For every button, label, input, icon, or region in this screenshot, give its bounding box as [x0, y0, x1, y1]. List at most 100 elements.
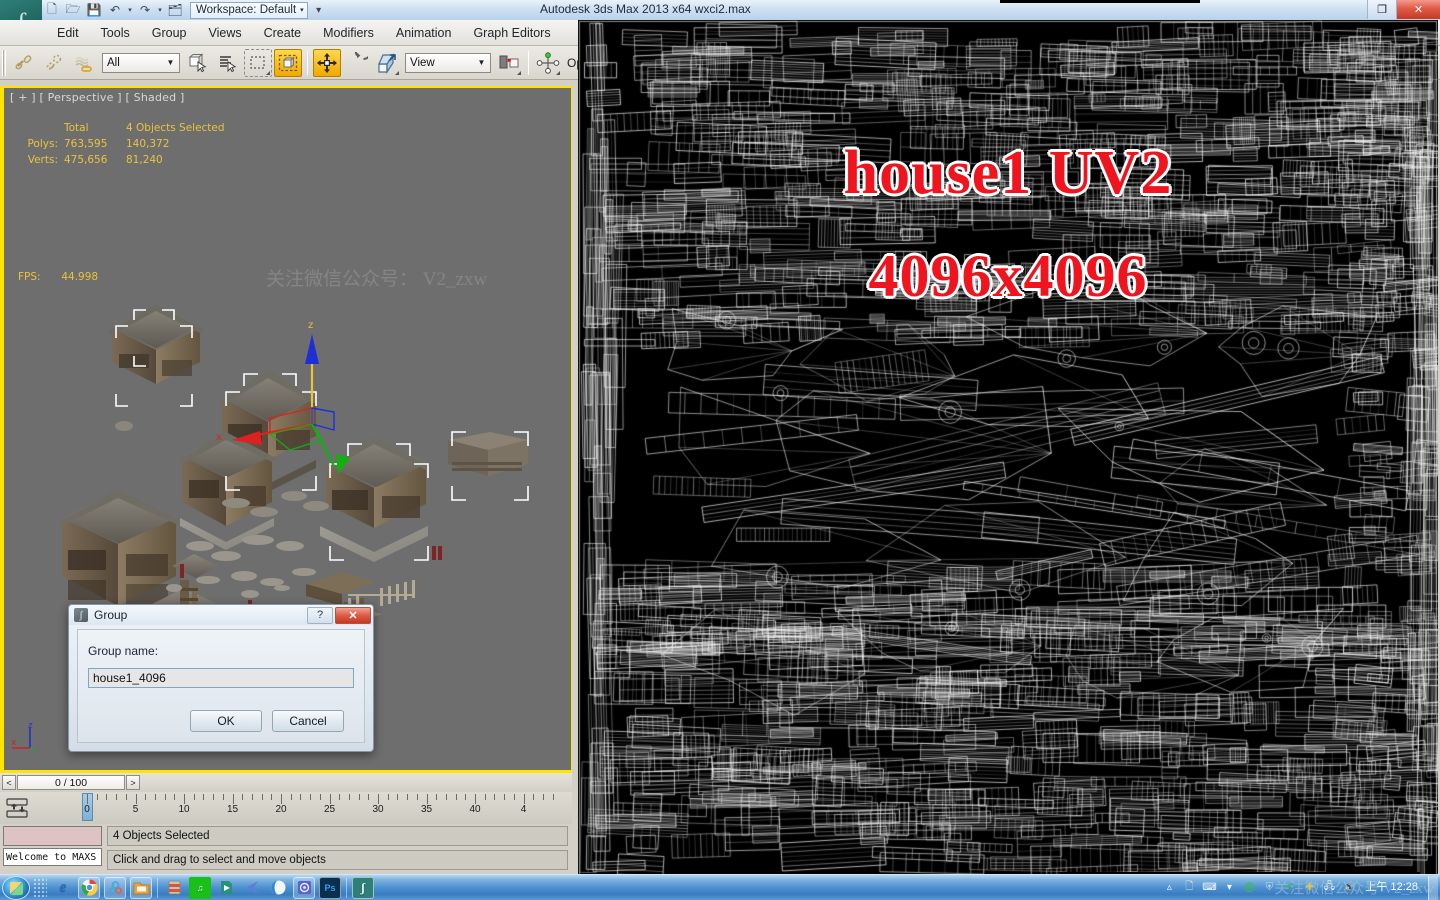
- viewport-label[interactable]: [ + ] [ Perspective ] [ Shaded ]: [10, 91, 184, 104]
- reference-coordinate-combo[interactable]: View ▼: [405, 52, 491, 73]
- uv-texture-preview[interactable]: house1 UV2 4096x4096: [578, 20, 1438, 878]
- redo-icon[interactable]: ↷: [135, 1, 155, 19]
- select-and-move-icon[interactable]: [313, 48, 341, 77]
- open-mini-curve-editor-icon[interactable]: [0, 792, 34, 824]
- stat-label-verts: Verts:: [27, 154, 58, 166]
- select-and-scale-icon[interactable]: [373, 49, 401, 77]
- timeline-label: 4: [520, 804, 527, 815]
- redo-dropdown-icon[interactable]: ▾: [156, 6, 164, 14]
- group-name-input[interactable]: house1_4096: [88, 668, 354, 688]
- statistics-row-verts: Verts: 475,656 81,240: [18, 152, 231, 168]
- taskbar-internet-explorer[interactable]: e: [52, 877, 74, 899]
- next-frame-button[interactable]: >: [126, 775, 140, 790]
- cancel-button[interactable]: Cancel: [272, 710, 344, 732]
- close-window-button[interactable]: ✕: [1396, 0, 1440, 19]
- track-bar[interactable]: 0 5 10 15 20 25 30 35 40 4: [0, 792, 572, 824]
- undo-dropdown-icon[interactable]: ▾: [126, 6, 134, 14]
- stat-label-polys: Polys:: [27, 138, 58, 150]
- unlink-selection-icon[interactable]: [40, 49, 68, 77]
- open-file-icon[interactable]: 🗁: [63, 1, 83, 19]
- viewport-statistics: Total 4 Objects Selected Polys: 763,595 …: [18, 120, 231, 168]
- save-file-icon[interactable]: 💾: [84, 1, 104, 19]
- flyout-indicator-icon: [556, 70, 560, 75]
- align-icon[interactable]: [534, 49, 562, 77]
- toolbar-grip[interactable]: [2, 49, 6, 76]
- taskbar-file-explorer[interactable]: [130, 876, 152, 899]
- timeline-label: 40: [469, 804, 481, 815]
- flyout-indicator-icon: [266, 70, 270, 75]
- taskbar-unity-app[interactable]: [293, 876, 315, 899]
- window-crossing-toggle-icon[interactable]: [274, 48, 302, 77]
- timeline-label: 25: [323, 804, 336, 815]
- uv-title-line-2: 4096x4096: [868, 243, 1148, 309]
- timeline-ruler[interactable]: 0 5 10 15 20 25 30 35 40 4: [34, 792, 572, 824]
- dialog-title-bar[interactable]: ʃ Group ? ✕: [69, 605, 373, 625]
- menu-group[interactable]: Group: [141, 23, 198, 43]
- help-button[interactable]: ?: [307, 606, 333, 624]
- group-dialog[interactable]: ʃ Group ? ✕ Group name: house1_4096 OK C…: [68, 604, 374, 752]
- selection-filter-combo[interactable]: All ▼: [102, 52, 180, 73]
- select-and-rotate-icon[interactable]: [343, 49, 371, 77]
- maxscript-mini-listener[interactable]: Welcome to MAXS: [3, 848, 102, 866]
- select-by-name-icon[interactable]: [214, 49, 242, 77]
- window-title: Autodesk 3ds Max 2013 x64 wxci2.max: [540, 2, 751, 16]
- close-dialog-button[interactable]: ✕: [335, 606, 371, 624]
- menu-animation[interactable]: Animation: [385, 23, 463, 43]
- menu-create[interactable]: Create: [253, 23, 313, 43]
- taskbar-qq-music[interactable]: ♫: [189, 876, 211, 899]
- tray-usb-icon[interactable]: ⨁: [1241, 880, 1257, 896]
- new-file-icon[interactable]: 🗋: [42, 1, 62, 19]
- svg-text:y: y: [30, 745, 36, 755]
- timeline-label: 35: [420, 804, 433, 815]
- ok-button[interactable]: OK: [190, 710, 262, 732]
- window-controls: ❐ ✕: [1367, 0, 1440, 19]
- taskbar-blue-arrow-app[interactable]: [241, 877, 263, 899]
- undo-icon[interactable]: ↶: [105, 1, 125, 19]
- current-frame-field[interactable]: 0 / 100: [17, 775, 125, 790]
- taskbar-3dsmax[interactable]: ʃ: [352, 876, 374, 899]
- quick-launch-grip[interactable]: [33, 877, 47, 898]
- viewport-watermark: 关注微信公众号： V2_zxw: [266, 269, 488, 290]
- restore-window-button[interactable]: ❐: [1367, 0, 1396, 19]
- start-button[interactable]: [2, 875, 30, 900]
- rectangular-selection-region-icon[interactable]: [244, 48, 272, 77]
- taskbar-photoshop[interactable]: Ps: [319, 876, 341, 899]
- stat-verts-selected: 81,240: [126, 154, 163, 166]
- menu-graph-editors[interactable]: Graph Editors: [462, 23, 561, 43]
- tray-keyboard-icon[interactable]: ⌨: [1201, 880, 1217, 896]
- mirror-icon[interactable]: [495, 49, 523, 77]
- bind-to-space-warp-icon[interactable]: [70, 49, 98, 77]
- previous-frame-button[interactable]: <: [2, 775, 16, 790]
- taskbar-browser-app[interactable]: [267, 877, 289, 899]
- group-icon: ʃ: [74, 608, 88, 622]
- taskbar-green-app[interactable]: [215, 877, 237, 899]
- svg-text:x: x: [11, 738, 17, 748]
- status-bar: Welcome to MAXS 4 Objects Selected Click…: [0, 824, 572, 874]
- dialog-window-controls: ? ✕: [307, 606, 371, 624]
- fps-label: FPS:: [18, 271, 41, 283]
- taskbar-360-safe[interactable]: [104, 876, 126, 899]
- menu-items: Edit Tools Group Views Create Modifiers …: [46, 23, 562, 43]
- workspace-label: Workspace: Default: [196, 4, 297, 16]
- taskbar-google-chrome[interactable]: [78, 876, 100, 899]
- tray-hidden-icons[interactable]: ▵: [1161, 880, 1177, 896]
- select-object-icon[interactable]: [184, 49, 212, 77]
- timeline-label: 30: [372, 804, 384, 815]
- taskbar-winrar[interactable]: [163, 877, 185, 899]
- qat-overflow-icon[interactable]: ▾: [315, 5, 323, 16]
- stat-polys-total: 763,595: [64, 138, 108, 150]
- toolbar-divider: [307, 50, 308, 75]
- menu-modifiers[interactable]: Modifiers: [312, 23, 385, 43]
- timeline-label: 0: [84, 804, 90, 815]
- svg-text:x: x: [216, 432, 222, 443]
- project-folder-icon[interactable]: 🗂: [165, 1, 185, 19]
- menu-views[interactable]: Views: [197, 23, 252, 43]
- menu-tools[interactable]: Tools: [90, 23, 141, 43]
- workspace-selector[interactable]: Workspace: Default ▾: [190, 1, 308, 19]
- select-and-link-icon[interactable]: [10, 49, 38, 77]
- tray-notes-icon[interactable]: 🗋: [1181, 880, 1197, 896]
- statistics-row-polys: Polys: 763,595 140,372: [18, 136, 231, 152]
- taskbar-separator: [157, 877, 158, 898]
- menu-edit[interactable]: Edit: [46, 23, 90, 43]
- tray-chevron-icon[interactable]: ▾: [1221, 880, 1237, 896]
